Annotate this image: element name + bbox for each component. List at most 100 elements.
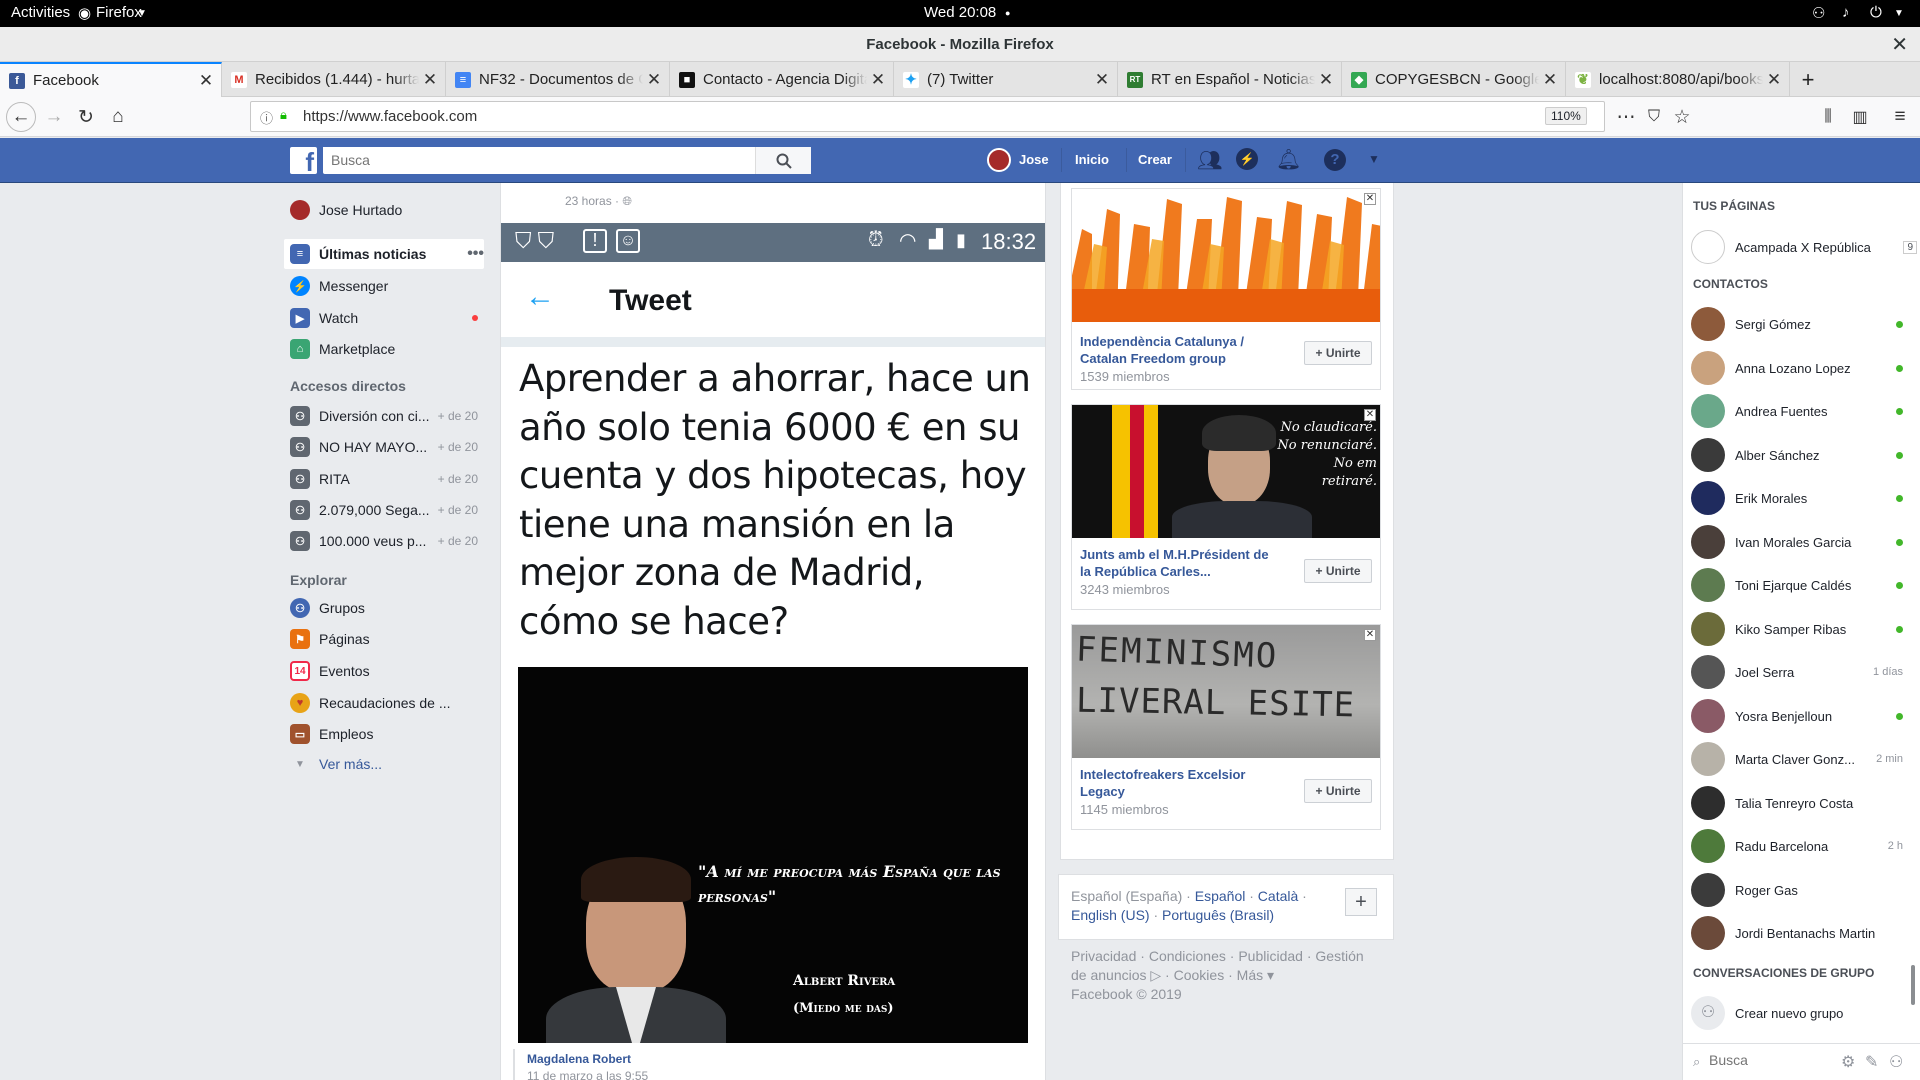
sidebar-item-watch[interactable]: ▶ Watch — [290, 308, 478, 328]
join-group-button[interactable]: + Unirte — [1304, 341, 1372, 365]
tab-google-maps[interactable]: ◆ COPYGESBCN - Google M ✕ — [1342, 62, 1566, 97]
shortcut-item[interactable]: ⚇ RITA + de 20 — [290, 469, 478, 489]
see-more-link[interactable]: ▼ Ver más... — [290, 756, 382, 772]
comment-time[interactable]: 11 de marzo a las 9:55 — [527, 1069, 648, 1080]
tab-twitter[interactable]: ✦ (7) Twitter ✕ — [894, 62, 1118, 97]
contact-item[interactable]: Sergi Gómez — [1691, 304, 1903, 344]
sidebar-item-groups[interactable]: ⚇ Grupos — [290, 598, 365, 618]
contact-item[interactable]: Talia Tenreyro Costa — [1691, 783, 1903, 823]
facebook-search-input[interactable] — [323, 147, 763, 172]
footer-link[interactable]: Privacidad — [1071, 948, 1136, 964]
group-cover-image[interactable]: ✕ — [1072, 189, 1380, 322]
library-icon[interactable]: ⫼ — [1814, 103, 1842, 131]
page-item[interactable]: Acampada X República 9 — [1691, 227, 1917, 267]
reload-button[interactable]: ↻ — [72, 103, 100, 131]
tab-facebook[interactable]: f Facebook ✕ — [0, 62, 222, 97]
language-link[interactable]: Català — [1258, 888, 1298, 904]
close-tab-icon[interactable]: ✕ — [1539, 70, 1561, 90]
home-link[interactable]: Inicio — [1075, 152, 1109, 167]
home-button[interactable]: ⌂ — [104, 103, 132, 131]
close-tab-icon[interactable]: ✕ — [1763, 70, 1785, 90]
activities-button[interactable]: Activities — [11, 4, 70, 21]
clock[interactable]: Wed 20:08 — [924, 4, 996, 21]
search-button[interactable] — [755, 147, 811, 174]
contact-item[interactable]: Toni Ejarque Caldés — [1691, 565, 1903, 605]
language-link[interactable]: English (US) — [1071, 907, 1150, 923]
back-button[interactable]: ← — [6, 102, 36, 132]
sidebar-item-pages[interactable]: ⚑ Páginas — [290, 629, 370, 649]
language-link[interactable]: Português (Brasil) — [1162, 907, 1274, 923]
chat-scrollbar[interactable] — [1911, 965, 1915, 1005]
join-group-button[interactable]: + Unirte — [1304, 779, 1372, 803]
pocket-icon[interactable]: ⛉ — [1640, 103, 1668, 131]
group-cover-image[interactable]: FEMINISMO LIVERAL ESITE ✕ — [1072, 625, 1380, 758]
more-options-icon[interactable]: ••• — [467, 245, 484, 263]
add-language-button[interactable]: + — [1345, 888, 1377, 916]
sidebar-item-jobs[interactable]: ▭ Empleos — [290, 724, 373, 744]
close-tab-icon[interactable]: ✕ — [867, 70, 889, 90]
comment-author[interactable]: Magdalena Robert — [527, 1052, 631, 1066]
url-bar[interactable]: ⓘ 🔒︎ https://www.facebook.com 110% — [250, 101, 1605, 132]
join-group-button[interactable]: + Unirte — [1304, 559, 1372, 583]
footer-link[interactable]: Más — [1237, 967, 1263, 983]
sidebar-item-marketplace[interactable]: ⌂ Marketplace — [290, 339, 395, 359]
url-text[interactable]: https://www.facebook.com — [303, 108, 477, 125]
close-suggestion-icon[interactable]: ✕ — [1364, 629, 1376, 641]
profile-shortcut[interactable]: Jose Hurtado — [290, 200, 402, 220]
chat-search-input[interactable] — [1709, 1052, 1839, 1068]
post-quote-image[interactable]: "A mí me preocupa más España que las per… — [518, 667, 1028, 1043]
notifications-bell-icon[interactable]: 🔔︎ — [1276, 147, 1301, 172]
close-suggestion-icon[interactable]: ✕ — [1364, 409, 1376, 421]
footer-link[interactable]: Publicidad — [1238, 948, 1303, 964]
contact-item[interactable]: Joel Serra 1 días — [1691, 652, 1903, 692]
close-tab-icon[interactable]: ✕ — [195, 71, 217, 91]
tab-rt[interactable]: RT RT en Español - Noticias ✕ — [1118, 62, 1342, 97]
group-name[interactable]: Independència Catalunya / Catalan Freedo… — [1080, 333, 1280, 367]
app-menu-button[interactable]: Firefox — [96, 4, 142, 21]
sidebar-item-messenger[interactable]: ⚡ Messenger — [290, 276, 388, 296]
friend-requests-icon[interactable]: 👥︎ — [1197, 148, 1222, 173]
network-icon[interactable]: ⚇ — [1812, 4, 1825, 22]
lock-icon[interactable]: 🔒︎ — [280, 107, 287, 123]
account-menu-arrow-icon[interactable]: ▼ — [1368, 152, 1380, 166]
volume-icon[interactable]: ♪ — [1842, 4, 1850, 21]
tab-gmail[interactable]: M Recibidos (1.444) - hurtad ✕ — [222, 62, 446, 97]
contact-item[interactable]: Radu Barcelona 2 h — [1691, 826, 1903, 866]
contact-item[interactable]: Anna Lozano Lopez — [1691, 348, 1903, 388]
messenger-icon[interactable]: ⚡ — [1236, 148, 1258, 170]
contact-item[interactable]: Ivan Morales Garcia — [1691, 522, 1903, 562]
shortcut-item[interactable]: ⚇ 2.079,000 Sega... + de 20 — [290, 500, 478, 520]
tab-google-docs[interactable]: ≡ NF32 - Documentos de G ✕ — [446, 62, 670, 97]
close-tab-icon[interactable]: ✕ — [1091, 70, 1113, 90]
user-avatar[interactable] — [987, 148, 1011, 172]
close-tab-icon[interactable]: ✕ — [643, 70, 665, 90]
settings-gear-icon[interactable]: ⚙ — [1841, 1052, 1855, 1072]
language-link[interactable]: Español — [1195, 888, 1246, 904]
power-icon[interactable]: ⏻ — [1870, 4, 1882, 21]
info-icon[interactable]: ⓘ — [260, 108, 273, 127]
hamburger-menu-icon[interactable]: ≡ — [1886, 103, 1914, 131]
shortcut-item[interactable]: ⚇ 100.000 veus p... + de 20 — [290, 531, 478, 551]
create-group-button[interactable]: ⚇ Crear nuevo grupo — [1691, 993, 1903, 1033]
bookmark-star-icon[interactable]: ☆ — [1668, 103, 1696, 131]
contact-item[interactable]: Marta Claver Gonz... 2 min — [1691, 739, 1903, 779]
window-close-icon[interactable]: ✕ — [1891, 32, 1908, 57]
contact-item[interactable]: Erik Morales — [1691, 478, 1903, 518]
contact-item[interactable]: Andrea Fuentes — [1691, 391, 1903, 431]
contact-item[interactable]: Alber Sánchez — [1691, 435, 1903, 475]
zoom-indicator[interactable]: 110% — [1545, 107, 1587, 125]
contact-item[interactable]: Kiko Samper Ribas — [1691, 609, 1903, 649]
facebook-logo-icon[interactable]: f — [290, 147, 317, 177]
contact-item[interactable]: Jordi Bentanachs Martin — [1691, 913, 1903, 953]
create-group-icon[interactable]: ⚇ — [1889, 1052, 1903, 1072]
system-menu-arrow-icon[interactable]: ▼ — [1894, 8, 1904, 19]
group-cover-image[interactable]: No claudicaré. No renunciaré. No em reti… — [1072, 405, 1380, 538]
close-suggestion-icon[interactable]: ✕ — [1364, 193, 1376, 205]
profile-link[interactable]: Jose — [1019, 152, 1049, 167]
contact-item[interactable]: Roger Gas — [1691, 870, 1903, 910]
page-actions-icon[interactable]: ⋯ — [1612, 103, 1640, 131]
shortcut-item[interactable]: ⚇ NO HAY MAYO... + de 20 — [290, 437, 478, 457]
tab-localhost[interactable]: ❦ localhost:8080/api/books/ ✕ — [1566, 62, 1790, 97]
sidebar-toggle-icon[interactable]: ▥ — [1846, 103, 1874, 131]
contact-item[interactable]: Yosra Benjelloun — [1691, 696, 1903, 736]
